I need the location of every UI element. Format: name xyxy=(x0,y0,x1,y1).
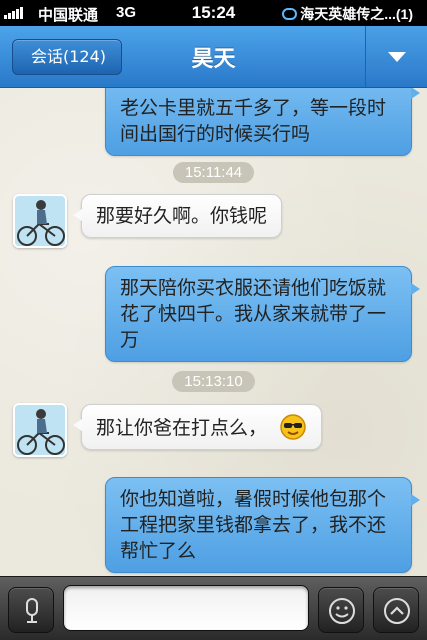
input-bar xyxy=(0,576,427,640)
menu-dropdown-button[interactable] xyxy=(365,26,427,87)
message-bubble-outgoing[interactable]: 那天陪你买衣服还请他们吃饭就花了快四千。我从家来就带了一万 xyxy=(105,266,420,362)
dropdown-arrow-icon xyxy=(388,52,406,62)
message-text: 那让你爸在打点么， xyxy=(96,417,268,439)
more-options-button[interactable] xyxy=(373,587,419,633)
chat-bubble-icon xyxy=(282,8,298,20)
emoji-button[interactable] xyxy=(318,587,364,633)
notification[interactable]: 海天英雄传之...(1) xyxy=(282,4,413,24)
chat-area[interactable]: 老公卡里就五千多了，等一段时间出国行的时候买行吗 15:11:44 那要好久啊。… xyxy=(0,88,427,576)
message-bubble-incoming[interactable]: 那要好久啊。你钱呢 xyxy=(72,194,283,238)
message-bubble-outgoing[interactable]: 老公卡里就五千多了，等一段时间出国行的时候买行吗 xyxy=(105,88,420,156)
message-text: 你也知道啦，暑假时候他包那个工程把家里钱都拿去了，我不还帮忙了么 xyxy=(120,488,387,562)
message-text: 那要好久啊。你钱呢 xyxy=(96,205,268,227)
message-input[interactable] xyxy=(63,585,309,631)
voice-input-button[interactable] xyxy=(8,587,54,633)
chevron-up-icon xyxy=(384,598,410,624)
back-button-label: 会话(124) xyxy=(31,47,107,66)
nav-bar: 会话(124) 昊天 xyxy=(0,26,427,88)
timestamp: 15:11:44 xyxy=(172,162,255,183)
smiley-icon xyxy=(329,598,355,624)
status-bar: 中国联通 3G 15:24 海天英雄传之...(1) xyxy=(0,0,427,26)
contact-avatar[interactable] xyxy=(13,194,67,248)
contact-avatar[interactable] xyxy=(13,403,67,457)
message-text: 那天陪你买衣服还请他们吃饭就花了快四千。我从家来就带了一万 xyxy=(120,277,387,351)
sunglasses-face-icon xyxy=(280,414,306,440)
notification-text: 海天英雄传之...(1) xyxy=(300,6,413,22)
timestamp-divider: 15:13:10 xyxy=(0,371,427,392)
timestamp: 15:13:10 xyxy=(172,371,255,392)
message-text: 老公卡里就五千多了，等一段时间出国行的时候买行吗 xyxy=(120,97,387,145)
microphone-icon xyxy=(26,598,38,623)
message-bubble-outgoing[interactable]: 你也知道啦，暑假时候他包那个工程把家里钱都拿去了，我不还帮忙了么 xyxy=(105,477,420,573)
message-bubble-incoming[interactable]: 那让你爸在打点么， xyxy=(72,404,323,450)
timestamp-divider: 15:11:44 xyxy=(0,162,427,183)
